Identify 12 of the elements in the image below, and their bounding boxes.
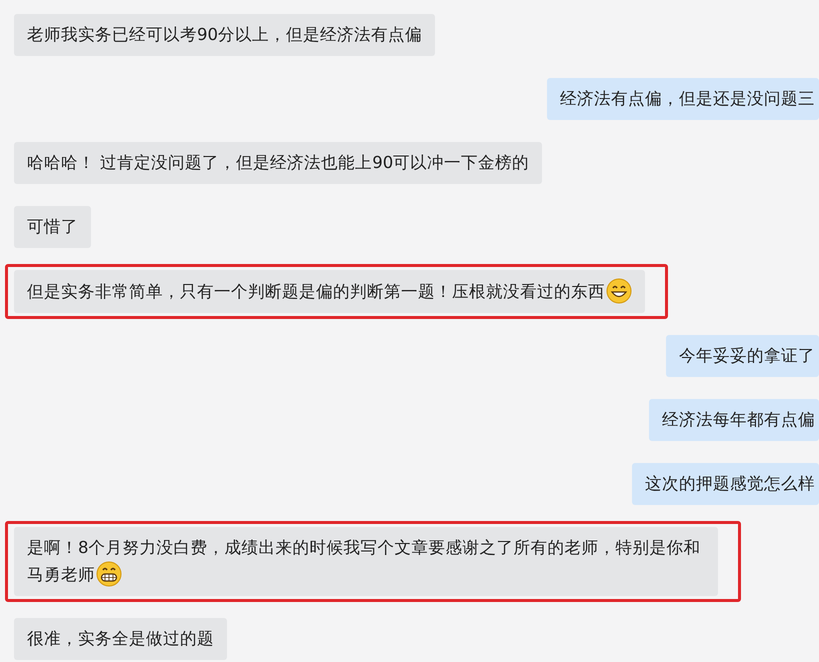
message-bubble: 今年妥妥的拿证了: [666, 335, 819, 377]
message-bubble: 老师我实务已经可以考90分以上，但是经济法有点偏: [14, 14, 435, 56]
message-bubble: 哈哈哈！ 过肯定没问题了，但是经济法也能上90可以冲一下金榜的: [14, 142, 542, 184]
grinning-emoji-icon: [96, 561, 122, 587]
message-bubble: 经济法有点偏，但是还是没问题三: [547, 78, 819, 120]
message-bubble: 但是实务非常简单，只有一个判断题是偏的判断第一题！压根就没看过的东西: [14, 270, 645, 313]
message-bubble: 很准，实务全是做过的题: [14, 618, 227, 660]
message-bubble: 是啊！8个月努力没白费，成绩出来的时候我写个文章要感谢之了所有的老师，特别是你和马勇老师: [14, 527, 718, 596]
smiling-emoji-icon: [606, 278, 632, 304]
message-bubble: 可惜了: [14, 206, 91, 248]
message-bubble: 经济法每年都有点偏: [649, 399, 819, 441]
message-bubble: 这次的押题感觉怎么样: [632, 463, 819, 505]
